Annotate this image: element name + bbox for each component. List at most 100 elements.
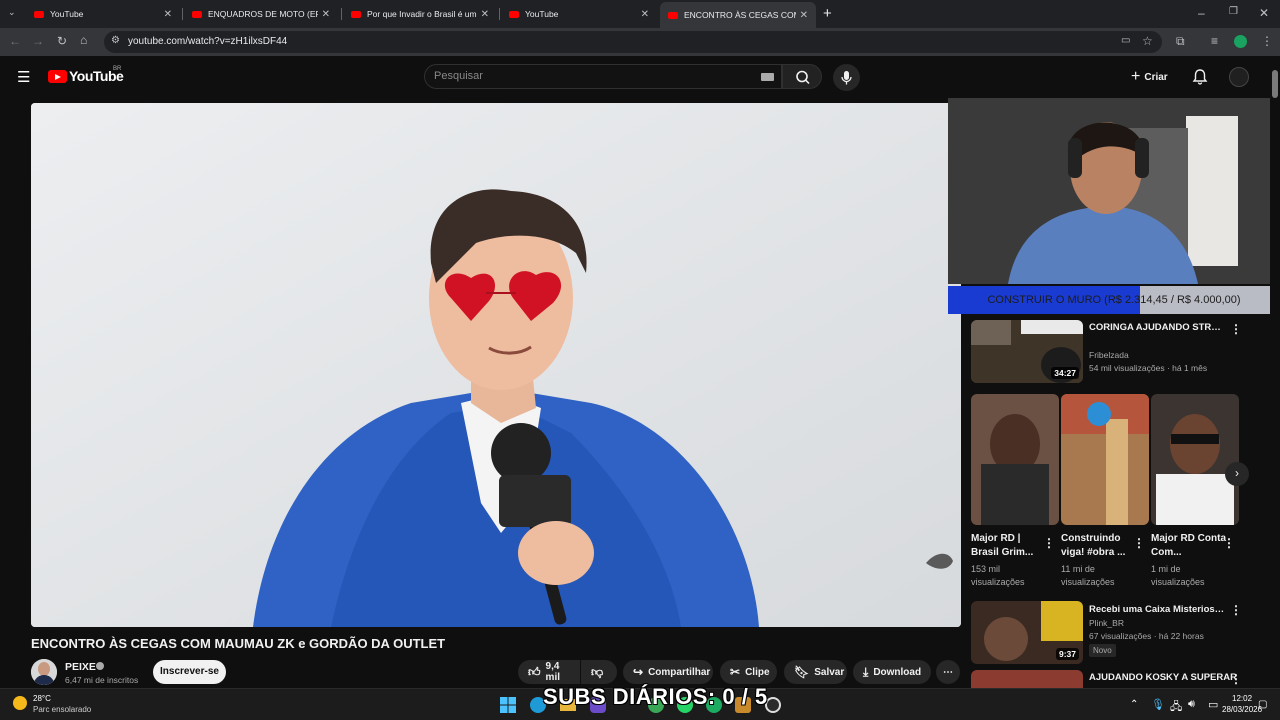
youtube-favicon-icon [509, 10, 519, 18]
extensions-icon[interactable]: ⧉ [1176, 34, 1185, 49]
more-actions-icon[interactable]: ⋮ [1043, 536, 1055, 550]
weather-sun-icon[interactable] [13, 696, 27, 710]
clip-button[interactable]: ✂ Clipe [720, 660, 777, 684]
short-thumbnail[interactable] [971, 394, 1059, 525]
short-meta: 11 mi de visualizações [1061, 564, 1115, 587]
close-tab-icon[interactable]: ✕ [164, 9, 172, 20]
webcam-frame [948, 98, 1280, 284]
shelf-next-button[interactable]: › [1225, 462, 1249, 486]
short-title[interactable]: Major RD Conta Com... [1151, 532, 1229, 560]
keyboard-icon[interactable] [761, 73, 774, 81]
tray-overflow-icon[interactable]: ⌃ [1130, 699, 1138, 710]
clock-date[interactable]: 28/03/2026 [1222, 705, 1262, 714]
thumbs-up-icon: 👍︎ [528, 664, 541, 679]
channel-avatar[interactable] [31, 659, 57, 685]
reload-icon[interactable]: ↻ [57, 34, 67, 48]
page-scrollbar[interactable] [1270, 56, 1280, 688]
close-window-icon[interactable]: ✕ [1259, 6, 1269, 20]
webcam-overlay [948, 98, 1280, 284]
url-text[interactable]: youtube.com/watch?v=zH1ilxsDF44 [128, 36, 287, 47]
new-tab-button[interactable]: + [823, 5, 832, 22]
bookmark-star-icon[interactable]: ☆ [1142, 34, 1153, 48]
subscriber-count: 6,47 mi de inscritos [65, 675, 139, 685]
site-info-icon[interactable]: ⚙ [111, 35, 120, 46]
recommendation-thumbnail[interactable]: 9:37 [971, 601, 1083, 664]
more-actions-icon[interactable]: ⋮ [1230, 672, 1242, 686]
hamburger-menu-icon[interactable]: ☰ [17, 68, 30, 86]
close-tab-icon[interactable]: ✕ [641, 9, 649, 20]
subscribe-button[interactable]: Inscrever-se [153, 660, 226, 684]
tab-divider [499, 8, 500, 20]
browser-tab-5-active[interactable]: ENCONTRO ÀS CEGAS COM M ✕ [660, 2, 816, 28]
close-tab-icon[interactable]: ✕ [322, 9, 330, 20]
save-button[interactable]: 🔖︎ Salvar [784, 660, 847, 684]
windows-start-icon[interactable] [500, 697, 516, 713]
browser-menu-icon[interactable]: ⋮ [1261, 34, 1273, 48]
recommendation-title[interactable]: CORINGA AJUDANDO STREAMERS A BATER A MET… [1089, 321, 1227, 334]
video-player[interactable] [31, 103, 961, 627]
notification-center-icon[interactable]: ▢ [1258, 699, 1267, 710]
youtube-logo-icon[interactable] [48, 70, 67, 83]
clock-time[interactable]: 12:02 [1232, 694, 1252, 703]
recommendation-thumbnail[interactable] [971, 670, 1083, 688]
more-actions-icon[interactable]: ⋮ [1230, 322, 1242, 336]
browser-tab-4[interactable]: YouTube ✕ [501, 4, 657, 24]
search-icon [796, 70, 810, 85]
cast-icon[interactable]: ▭ [1121, 35, 1130, 46]
recommendation-channel[interactable]: Plink_BR [1089, 617, 1124, 629]
account-avatar[interactable] [1229, 67, 1249, 87]
more-actions-button[interactable]: ⋯ [936, 660, 960, 684]
clip-label: Clipe [745, 666, 770, 678]
short-title[interactable]: Construindo viga! #obra ... [1061, 532, 1139, 560]
short-meta: 153 mil visualizações [971, 564, 1025, 587]
recommendation-channel[interactable]: Fribelzada [1089, 349, 1129, 361]
youtube-favicon-icon [192, 10, 202, 18]
recommendation-title[interactable]: Recebi uma Caixa Misteriosa!!!! [1089, 603, 1227, 616]
download-button[interactable]: ⤓ Download [853, 660, 931, 684]
notifications-bell-icon[interactable] [1192, 68, 1208, 85]
tab-search-icon[interactable]: ⌄ [8, 7, 16, 18]
weather-temperature[interactable]: 28°C [33, 694, 51, 703]
network-icon[interactable]: 🖧︎ [1170, 698, 1182, 717]
close-tab-icon[interactable]: ✕ [481, 9, 489, 20]
home-icon[interactable]: ⌂ [80, 33, 87, 47]
browser-tab-1[interactable]: YouTube ✕ [26, 4, 180, 24]
new-badge: Novo [1089, 644, 1116, 657]
profile-avatar[interactable] [1234, 35, 1247, 48]
short-thumbnail[interactable] [1061, 394, 1149, 525]
restore-icon[interactable]: ❐ [1229, 6, 1238, 17]
battery-icon[interactable]: ▭ [1208, 698, 1218, 711]
search-input[interactable] [434, 66, 734, 86]
volume-icon[interactable]: 🔊︎ [1188, 698, 1195, 711]
create-button[interactable]: + Criar [1131, 68, 1168, 86]
recommendation-meta: 67 visualizações · há 22 horas [1089, 631, 1204, 641]
reading-list-icon[interactable]: ≡ [1211, 34, 1218, 48]
voice-search-button[interactable] [833, 64, 860, 91]
browser-tab-3[interactable]: Por que Invadir o Brasil é um Pl ✕ [343, 4, 497, 24]
share-arrow-icon: ↪ [633, 665, 644, 679]
more-actions-icon[interactable]: ⋮ [1133, 536, 1145, 550]
microphone-tray-icon[interactable]: 🎙︎ [1151, 698, 1165, 711]
minimize-icon[interactable]: – [1198, 6, 1205, 20]
region-code: BR [113, 66, 122, 72]
video-frame [31, 103, 961, 627]
channel-name[interactable]: PEIXE [65, 661, 96, 673]
like-button[interactable]: 👍︎ 9,4 mil [518, 660, 580, 684]
short-title[interactable]: Major RD | Brasil Grim... [971, 532, 1049, 560]
more-actions-icon[interactable]: ⋮ [1223, 536, 1235, 550]
back-arrow-icon[interactable]: ← [9, 34, 21, 48]
share-button[interactable]: ↪ Compartilhar [623, 660, 713, 684]
forward-arrow-icon[interactable]: → [32, 34, 44, 48]
recommendation-thumbnail[interactable]: 34:27 [971, 320, 1083, 383]
short-thumbnail[interactable] [1151, 394, 1239, 525]
recommendation-title[interactable]: AJUDANDO KOSKY A SUPERAR [1089, 671, 1239, 684]
dislike-button[interactable]: 👎︎ [581, 660, 617, 684]
browser-tab-2[interactable]: ENQUADROS DE MOTO (EP. 13 ✕ [184, 4, 338, 24]
close-tab-icon[interactable]: ✕ [800, 10, 808, 21]
more-actions-icon[interactable]: ⋮ [1230, 603, 1242, 617]
scrollbar-thumb[interactable] [1272, 70, 1278, 98]
tab-title: YouTube [50, 9, 84, 19]
create-label: Criar [1144, 71, 1168, 83]
search-button[interactable] [782, 64, 822, 89]
video-duration: 34:27 [1051, 367, 1079, 379]
